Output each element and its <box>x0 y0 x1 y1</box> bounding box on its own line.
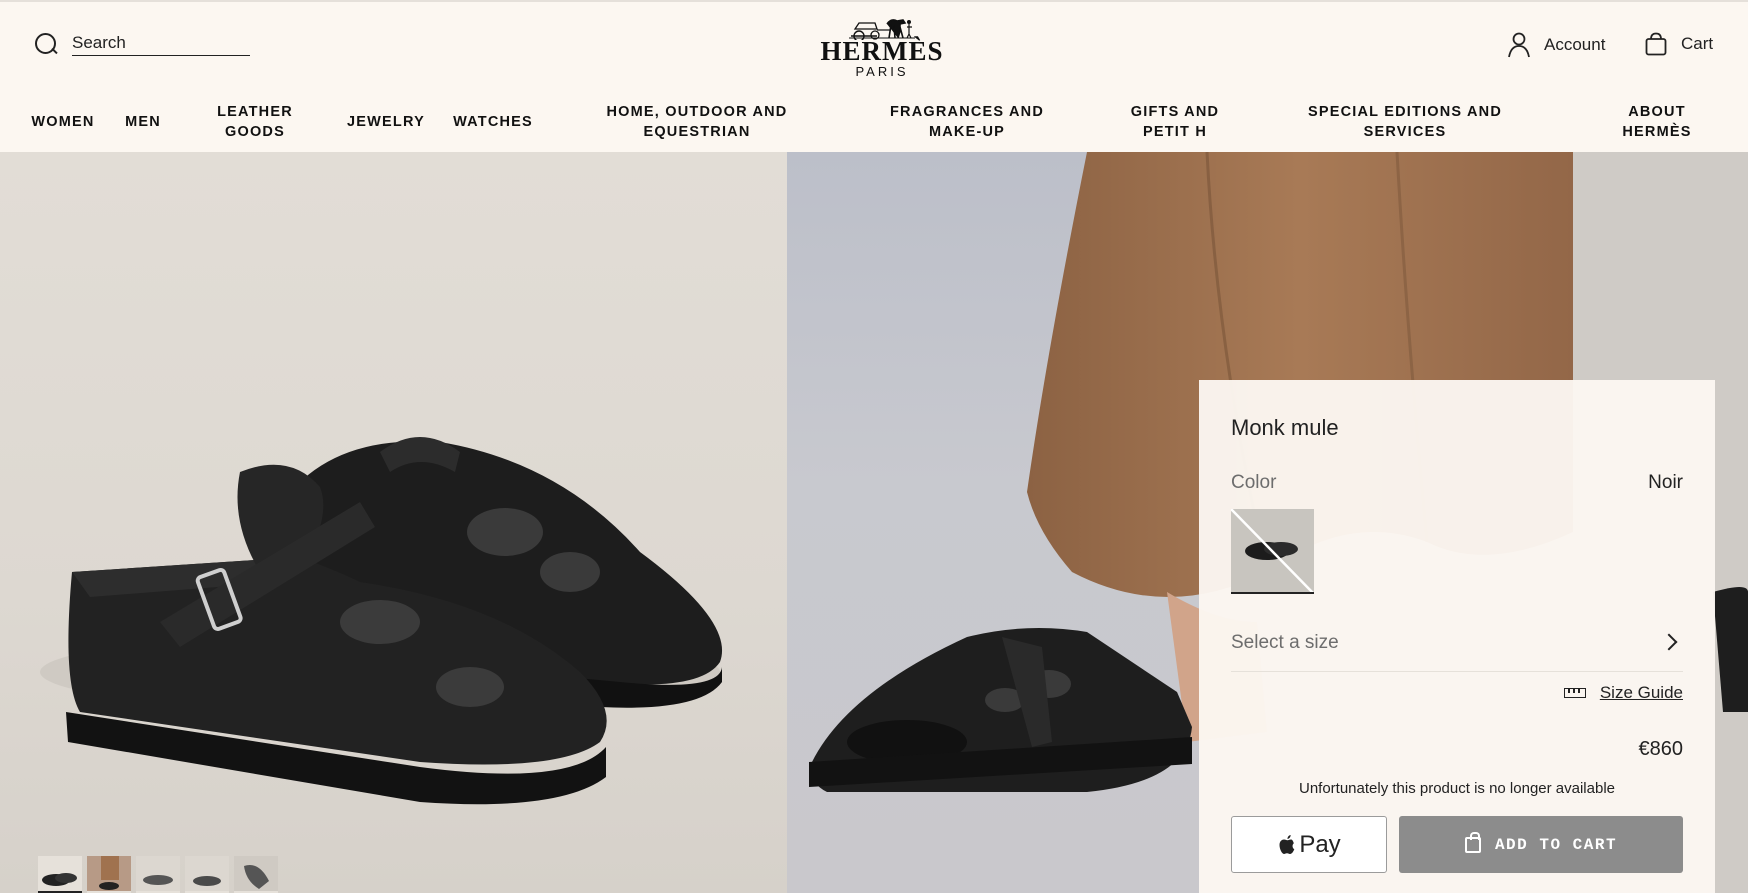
apple-pay-label: Pay <box>1299 830 1341 858</box>
logo-subtitle: PARIS <box>855 64 909 79</box>
size-guide-label: Size Guide <box>1599 683 1683 702</box>
thumbnail[interactable] <box>234 856 278 893</box>
hermes-logo[interactable]: HERMÈS PARIS <box>800 14 964 80</box>
ruler-icon <box>1563 688 1586 698</box>
cart-link[interactable]: Cart <box>1645 32 1713 56</box>
thumbnail[interactable] <box>185 856 229 893</box>
search-bar[interactable]: Search <box>34 32 250 56</box>
product-title: Monk mule <box>1231 415 1339 440</box>
shopping-bag-icon <box>1645 32 1667 56</box>
apple-logo-icon <box>1279 834 1295 854</box>
nav-item-leather-goods[interactable]: LEATHER GOODS <box>207 102 303 142</box>
chevron-right-icon <box>1660 633 1678 651</box>
site-header: Search HERMÈS PARIS Account Cart WOMEN M… <box>0 0 1748 152</box>
thumbnail-strip <box>38 856 278 893</box>
user-icon <box>1508 32 1530 58</box>
product-price: €860 <box>1638 738 1684 760</box>
search-icon[interactable] <box>34 32 58 56</box>
size-guide-link[interactable]: Size Guide <box>1563 683 1683 703</box>
color-swatch-image <box>1231 509 1314 592</box>
shoe-pair-image <box>40 437 723 805</box>
add-to-cart-button[interactable]: ADD TO CART <box>1399 816 1683 873</box>
thumbnail[interactable] <box>38 856 82 893</box>
account-link[interactable]: Account <box>1508 32 1605 58</box>
thumbnail[interactable] <box>136 856 180 893</box>
color-label: Color <box>1231 472 1277 493</box>
nav-item-women[interactable]: WOMEN <box>31 112 94 132</box>
nav-item-jewelry[interactable]: JEWELRY <box>347 112 425 132</box>
apple-pay-button[interactable]: Pay <box>1231 816 1387 873</box>
nav-item-watches[interactable]: WATCHES <box>453 112 533 132</box>
add-to-cart-label: ADD TO CART <box>1494 835 1618 854</box>
size-selector-label: Select a size <box>1231 632 1339 653</box>
size-selector[interactable]: Select a size <box>1231 620 1683 672</box>
account-label: Account <box>1544 35 1606 54</box>
color-swatch-noir[interactable] <box>1231 509 1314 594</box>
shopping-bag-icon <box>1464 831 1481 853</box>
search-input[interactable]: Search <box>72 33 250 56</box>
nav-item-fragrances-makeup[interactable]: FRAGRANCES AND MAKE-UP <box>865 102 1070 142</box>
color-value: Noir <box>1648 472 1683 493</box>
nav-item-about-hermes[interactable]: ABOUT HERMÈS <box>1607 102 1707 142</box>
main-navigation: WOMEN MEN LEATHER GOODS JEWELRY WATCHES … <box>0 102 1748 152</box>
nav-item-gifts-petit-h[interactable]: GIFTS AND PETIT H <box>1105 102 1245 142</box>
availability-message: Unfortunately this product is no longer … <box>1298 780 1616 797</box>
thumbnail[interactable] <box>87 856 131 893</box>
product-image-main[interactable] <box>0 152 787 893</box>
nav-item-special-editions[interactable]: SPECIAL EDITIONS AND SERVICES <box>1308 102 1503 142</box>
nav-item-men[interactable]: MEN <box>125 112 161 132</box>
nav-item-home-outdoor-equestrian[interactable]: HOME, OUTDOOR AND EQUESTRIAN <box>602 102 792 142</box>
cart-label: Cart <box>1681 34 1714 53</box>
logo-wordmark: HERMÈS <box>820 36 944 66</box>
product-details-panel: Monk mule Color Noir Select a size Size … <box>1199 380 1715 893</box>
